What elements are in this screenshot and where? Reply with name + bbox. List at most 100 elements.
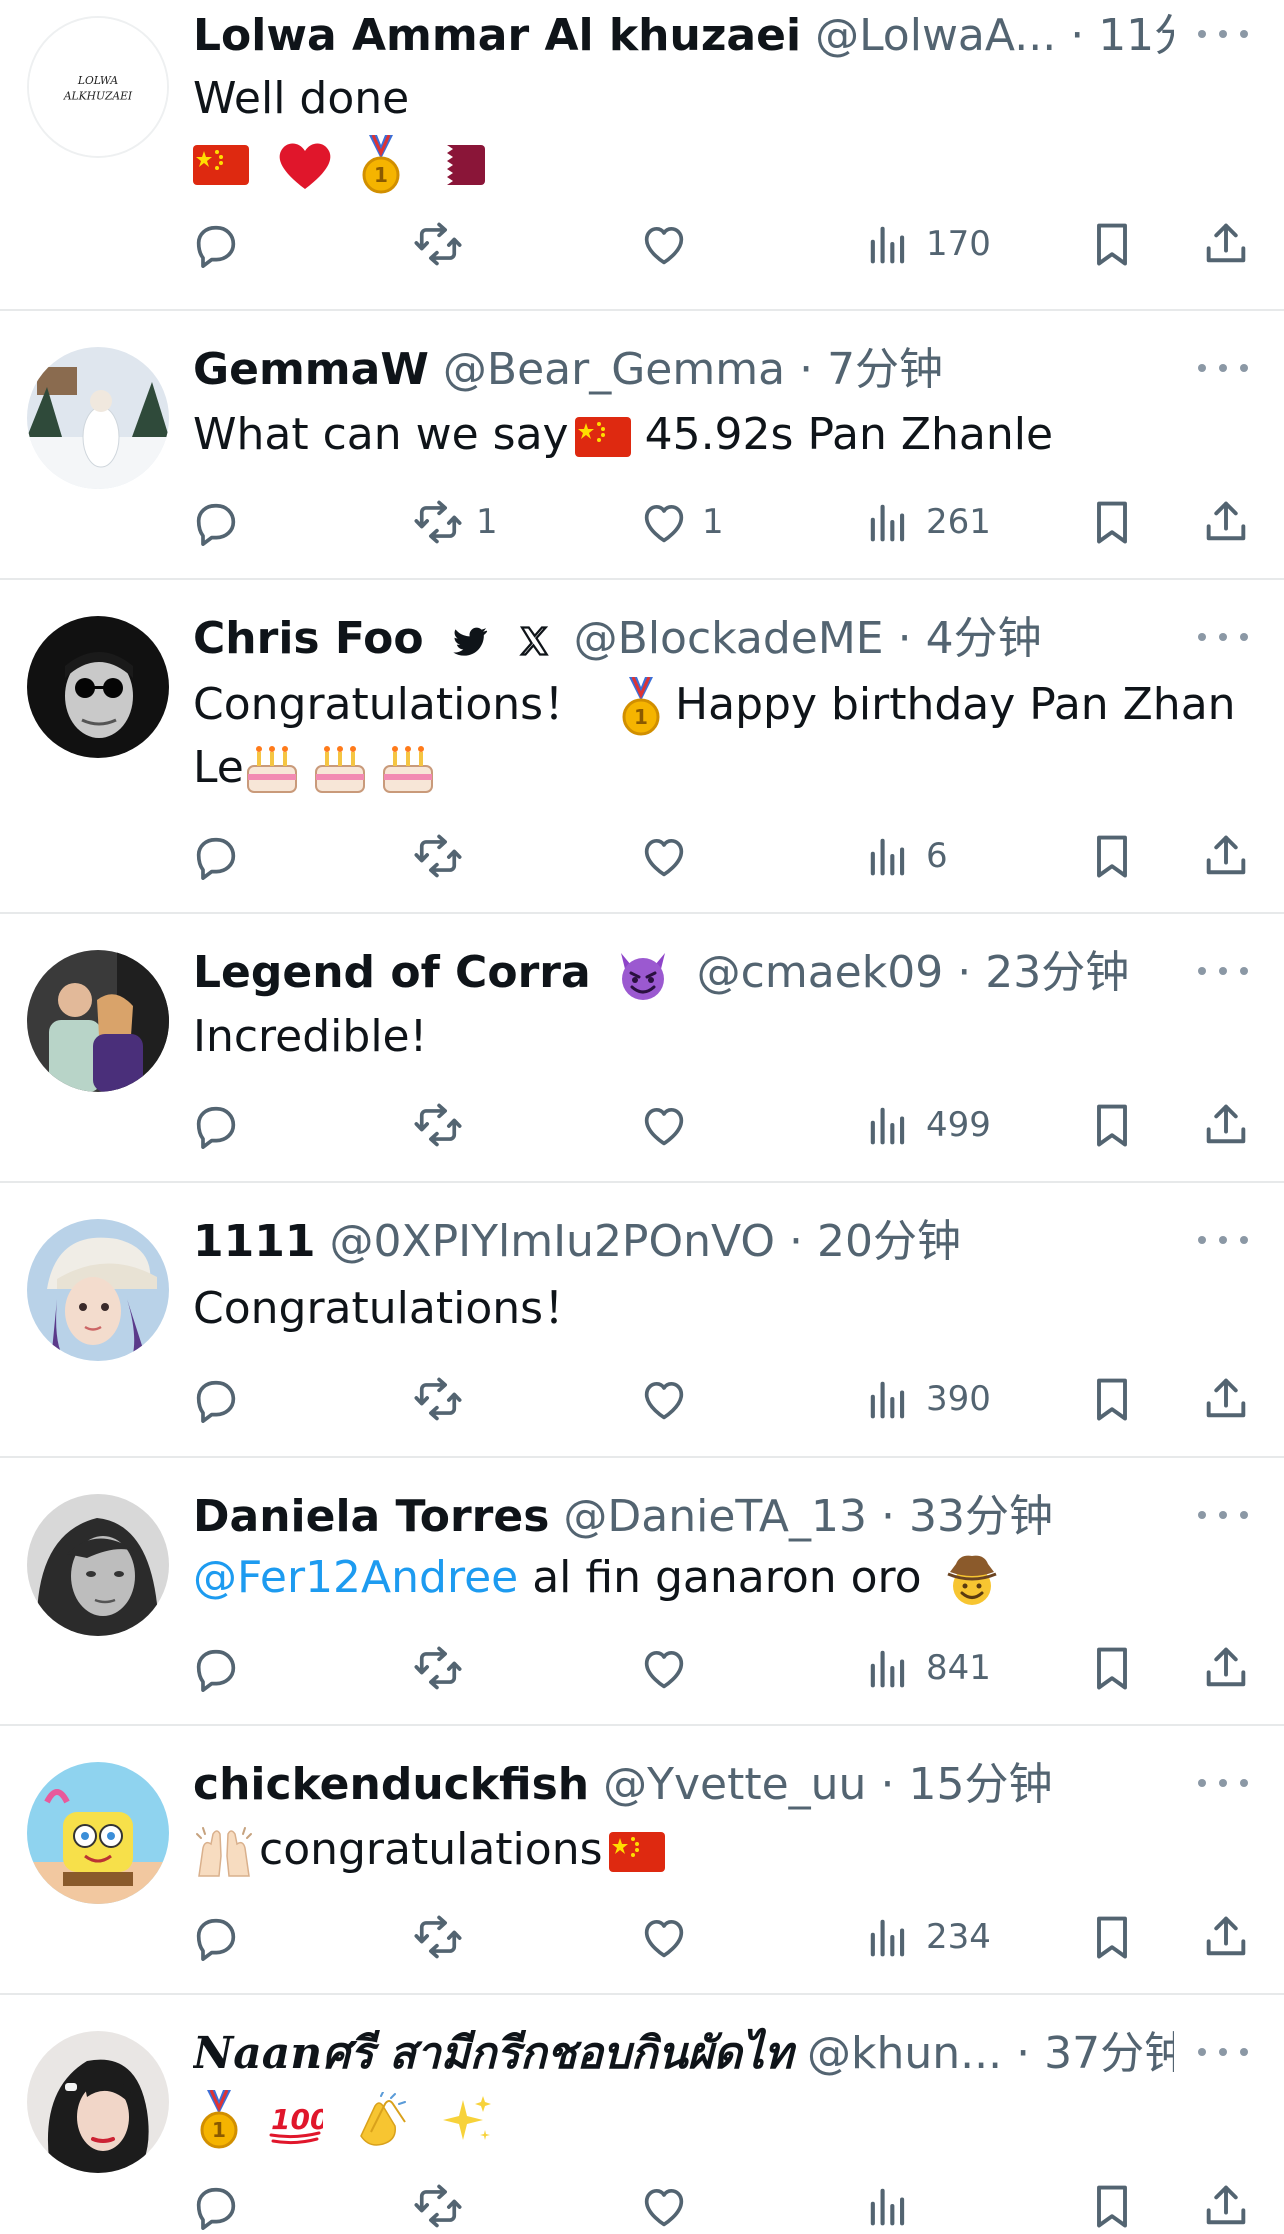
- handle[interactable]: @Bear_Gemma: [443, 344, 785, 395]
- display-name[interactable]: Lolwa Ammar Al khuzaei: [193, 10, 801, 61]
- handle[interactable]: @DanieTA_13: [563, 1491, 867, 1542]
- display-name[interactable]: Legend of Corra: [193, 947, 591, 998]
- share-button[interactable]: [1200, 2176, 1252, 2230]
- share-button[interactable]: [1200, 214, 1252, 274]
- avatar[interactable]: [27, 616, 169, 758]
- views-button[interactable]: 841: [862, 1638, 991, 1698]
- share-button[interactable]: [1200, 1638, 1252, 1698]
- reply-button[interactable]: [190, 1369, 242, 1429]
- display-name[interactable]: Naanศรี สามีกรีกชอบกินผัดไท: [193, 2028, 793, 2079]
- timestamp[interactable]: 33分钟: [909, 1491, 1053, 1542]
- more-options-icon[interactable]: [1198, 24, 1248, 44]
- retweet-button[interactable]: 1: [412, 492, 498, 552]
- tweet[interactable]: 1111 @0XPIYlmIu2POnVO · 20分钟 Congratulat…: [0, 1183, 1284, 1458]
- retweet-button[interactable]: [412, 1638, 476, 1698]
- like-button[interactable]: [638, 1907, 702, 1967]
- retweet-button[interactable]: [412, 1369, 476, 1429]
- tweet[interactable]: LOLWA ALKHUZAEI Lolwa Ammar Al khuzaei @…: [0, 0, 1284, 311]
- tweet[interactable]: Legend of Corra @cmaek09 · 23分钟 Incredib…: [0, 914, 1284, 1183]
- more-options-icon[interactable]: [1198, 2042, 1248, 2062]
- mention-link[interactable]: @Fer12Andree: [193, 1552, 518, 1603]
- views-button[interactable]: 499: [862, 1095, 991, 1155]
- display-name[interactable]: Chris Foo: [193, 613, 424, 664]
- share-button[interactable]: [1200, 826, 1252, 886]
- retweet-button[interactable]: [412, 826, 476, 886]
- display-name[interactable]: chickenduckfish: [193, 1759, 589, 1810]
- timestamp[interactable]: 7分钟: [827, 344, 943, 395]
- avatar[interactable]: [27, 1762, 169, 1904]
- like-button[interactable]: [638, 2176, 702, 2230]
- views-button[interactable]: 234: [862, 1907, 991, 1967]
- like-button[interactable]: [638, 214, 702, 274]
- avatar[interactable]: LOLWA ALKHUZAEI: [27, 16, 169, 158]
- retweet-button[interactable]: [412, 1907, 476, 1967]
- display-name[interactable]: 1111: [193, 1216, 315, 1267]
- handle[interactable]: @BlockadeME: [574, 613, 884, 664]
- reply-button[interactable]: [190, 826, 242, 886]
- bookmark-button[interactable]: [1086, 492, 1138, 552]
- timestamp[interactable]: 15分钟: [908, 1759, 1052, 1810]
- tweet[interactable]: Chris Foo @BlockadeME · 4分钟 Congratulati…: [0, 580, 1284, 914]
- views-button[interactable]: 390: [862, 1369, 991, 1429]
- bookmark-button[interactable]: [1086, 1638, 1138, 1698]
- bookmark-button[interactable]: [1086, 2176, 1138, 2230]
- tweet-header: chickenduckfish @Yvette_uu · 15分钟: [193, 1757, 1174, 1813]
- views-button[interactable]: 261: [862, 492, 991, 552]
- views-button[interactable]: 170: [862, 214, 991, 274]
- retweet-button[interactable]: [412, 214, 476, 274]
- more-options-icon[interactable]: [1198, 1773, 1248, 1793]
- more-options-icon[interactable]: [1198, 358, 1248, 378]
- avatar[interactable]: [27, 1219, 169, 1361]
- tweet[interactable]: chickenduckfish @Yvette_uu · 15分钟 congra…: [0, 1726, 1284, 1995]
- like-button[interactable]: [638, 1369, 702, 1429]
- reply-button[interactable]: [190, 492, 242, 552]
- tweet[interactable]: Daniela Torres @DanieTA_13 · 33分钟 @Fer12…: [0, 1458, 1284, 1726]
- views-button[interactable]: [862, 2176, 926, 2230]
- timestamp[interactable]: 4分钟: [926, 613, 1042, 664]
- more-options-icon[interactable]: [1198, 1505, 1248, 1525]
- reply-button[interactable]: [190, 214, 242, 274]
- more-options-icon[interactable]: [1198, 627, 1248, 647]
- handle[interactable]: @khun...: [807, 2028, 1002, 2079]
- bookmark-button[interactable]: [1086, 1907, 1138, 1967]
- handle[interactable]: @0XPIYlmIu2POnVO: [329, 1216, 774, 1267]
- share-button[interactable]: [1200, 1907, 1252, 1967]
- display-name[interactable]: Daniela Torres: [193, 1491, 549, 1542]
- reply-button[interactable]: [190, 1638, 242, 1698]
- bookmark-button[interactable]: [1086, 1095, 1138, 1155]
- heart-icon: [644, 838, 684, 877]
- handle[interactable]: @Yvette_uu: [603, 1759, 866, 1810]
- reply-button[interactable]: [190, 1095, 242, 1155]
- like-button[interactable]: [638, 826, 702, 886]
- avatar[interactable]: [27, 950, 169, 1092]
- retweet-button[interactable]: [412, 1095, 476, 1155]
- avatar[interactable]: [27, 2031, 169, 2173]
- timestamp[interactable]: 20分钟: [817, 1216, 961, 1267]
- like-button[interactable]: [638, 1638, 702, 1698]
- more-options-icon[interactable]: [1198, 1230, 1248, 1250]
- more-options-icon[interactable]: [1198, 961, 1248, 981]
- like-button[interactable]: 1: [638, 492, 724, 552]
- timestamp[interactable]: 37分钟: [1044, 2028, 1174, 2079]
- share-button[interactable]: [1200, 1369, 1252, 1429]
- share-button[interactable]: [1200, 1095, 1252, 1155]
- tweet-text: @Fer12Andree al fin ganaron oro: [193, 1547, 1244, 1609]
- timestamp[interactable]: 11分钟: [1098, 10, 1174, 61]
- bookmark-button[interactable]: [1086, 826, 1138, 886]
- share-button[interactable]: [1200, 492, 1252, 552]
- handle[interactable]: @LolwaA...: [815, 10, 1056, 61]
- tweet[interactable]: Naanศรี สามีกรีกชอบกินผัดไท @khun... · 3…: [0, 1995, 1284, 2230]
- timestamp[interactable]: 23分钟: [985, 947, 1129, 998]
- like-button[interactable]: [638, 1095, 702, 1155]
- bookmark-button[interactable]: [1086, 1369, 1138, 1429]
- retweet-button[interactable]: [412, 2176, 476, 2230]
- handle[interactable]: @cmaek09: [697, 947, 944, 998]
- reply-button[interactable]: [190, 1907, 242, 1967]
- avatar[interactable]: [27, 1494, 169, 1636]
- bookmark-button[interactable]: [1086, 214, 1138, 274]
- reply-button[interactable]: [190, 2176, 242, 2230]
- display-name[interactable]: GemmaW: [193, 344, 429, 395]
- views-button[interactable]: 6: [862, 826, 948, 886]
- tweet[interactable]: GemmaW @Bear_Gemma · 7分钟 What can we say…: [0, 311, 1284, 580]
- avatar[interactable]: [27, 347, 169, 489]
